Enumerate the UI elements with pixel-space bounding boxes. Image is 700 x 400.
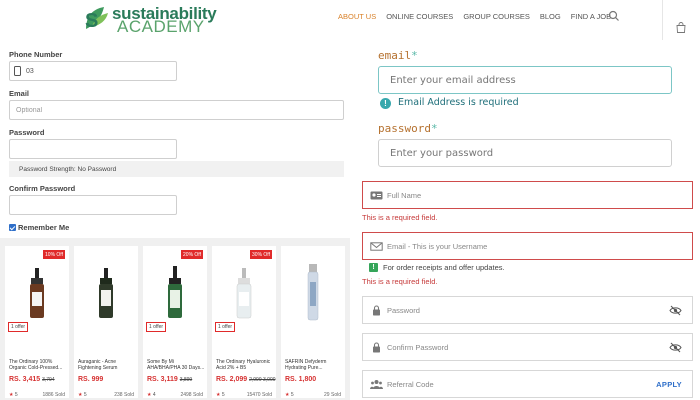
product-sold-count: 1886 Sold <box>42 392 65 398</box>
offer-tag: 1 offer <box>146 322 167 332</box>
product-bottle-image <box>307 264 319 321</box>
username-email-placeholder: Email - This is your Username <box>387 242 488 251</box>
full-name-placeholder: Full Name <box>387 191 422 200</box>
phone-number-input[interactable] <box>9 61 177 81</box>
product-bottle-image <box>236 268 252 319</box>
nav-find-a-job[interactable]: FIND A JOB <box>571 12 611 21</box>
nav-blog[interactable]: BLOG <box>540 12 561 21</box>
password-label: Password <box>9 128 45 137</box>
eye-slash-icon[interactable] <box>669 305 682 316</box>
product-rating: ★ 5 <box>285 392 294 398</box>
product-price: RS. 3,415 3,794 <box>9 376 55 383</box>
email-address-input[interactable] <box>378 66 672 94</box>
eye-slash-icon[interactable] <box>669 342 682 353</box>
phone-number-label: Phone Number <box>9 50 63 59</box>
product-price: RS. 2,099 2,999 3,000 <box>216 376 276 383</box>
full-name-field[interactable]: Full Name <box>362 181 693 209</box>
product-title: The Ordinary Hyaluronic Acid 2% + B5 <box>216 359 271 371</box>
product-price: RS. 1,800 <box>285 376 317 383</box>
email-required-error-2: This is a required field. <box>362 277 438 286</box>
product-card[interactable]: SAFRIN Defyderm Hydrating Pure... RS. 1,… <box>281 246 345 398</box>
full-name-error: This is a required field. <box>362 213 438 222</box>
product-sold-count: 238 Sold <box>114 392 134 398</box>
product-card[interactable]: 20% Off 1 offer Some By Mi AHA/BHA/PHA 3… <box>143 246 207 398</box>
product-title: Auraganic - Acne Fightening Serum <box>78 359 118 371</box>
nav-about-us[interactable]: ABOUT US <box>338 12 376 21</box>
leaf-logo-icon: S <box>85 7 108 32</box>
site-header: S sustainability ACADEMY ABOUT US ONLINE… <box>0 0 700 40</box>
offer-tag: 1 offer <box>215 322 236 332</box>
envelope-icon <box>370 242 383 251</box>
product-sold-count: 29 Sold <box>324 392 341 398</box>
signup-password-field[interactable]: Password <box>362 296 693 324</box>
product-card[interactable]: 30% Off 1 offer The Ordinary Hyaluronic … <box>212 246 276 398</box>
signup-password-placeholder: Password <box>387 306 420 315</box>
discount-badge: 20% Off <box>181 250 203 259</box>
product-bottle-image <box>30 268 44 318</box>
discount-badge: 30% Off <box>250 250 272 259</box>
header-divider <box>662 0 663 40</box>
password-field-label: password* <box>378 122 438 135</box>
svg-text:S: S <box>85 10 98 32</box>
product-title: SAFRIN Defyderm Hydrating Pure... <box>285 359 327 371</box>
password-strength-text: Password Strength: No Password <box>19 166 117 173</box>
offer-tag: 1 offer <box>8 322 29 332</box>
logo-text-bottom: ACADEMY <box>117 17 205 36</box>
product-sold-count: 2498 Sold <box>180 392 203 398</box>
phone-number-value: 03 <box>26 68 34 75</box>
product-sold-count: 15470 Sold <box>246 392 272 398</box>
main-nav: ABOUT US ONLINE COURSES GROUP COURSES BL… <box>338 12 621 21</box>
search-icon[interactable] <box>608 10 620 22</box>
shopping-bag-icon[interactable] <box>676 22 686 33</box>
page: S sustainability ACADEMY ABOUT US ONLINE… <box>0 0 700 400</box>
apply-referral-button[interactable]: APPLY <box>656 380 682 389</box>
email-required-error: Email Address is required <box>398 97 519 108</box>
email-input[interactable] <box>9 100 344 120</box>
referral-code-placeholder: Referral Code <box>387 380 434 389</box>
product-card[interactable]: 10% Off 1 offer The Ordinary 100% Organi… <box>5 246 69 398</box>
product-price: RS. 3,119 3,899 <box>147 376 193 383</box>
product-grid: 10% Off 1 offer The Ordinary 100% Organi… <box>0 238 350 400</box>
referral-code-field[interactable]: Referral Code APPLY <box>362 370 693 398</box>
email-field-label: email* <box>378 49 418 62</box>
email-hint-text: For order receipts and offer updates. <box>383 263 505 272</box>
product-bottle-image <box>168 266 182 318</box>
users-icon <box>370 380 383 389</box>
product-rating: ★ 5 <box>78 392 87 398</box>
remember-me-label: Remember Me <box>18 223 70 232</box>
signup-confirm-password-field[interactable]: Confirm Password <box>362 333 693 361</box>
email-label: Email <box>9 89 30 98</box>
product-price: RS. 999 <box>78 376 104 383</box>
info-icon: ! <box>380 98 391 109</box>
product-title: The Ordinary 100% Organic Cold-Pressed..… <box>9 359 63 371</box>
product-rating: ★ 5 <box>9 392 18 398</box>
nav-online-courses[interactable]: ONLINE COURSES <box>386 12 453 21</box>
nav-group-courses[interactable]: GROUP COURSES <box>463 12 530 21</box>
password-input[interactable] <box>9 139 177 159</box>
password-entry-input[interactable] <box>378 139 672 167</box>
product-rating: ★ 4 <box>147 392 156 398</box>
product-bottle-image <box>99 268 113 318</box>
id-card-icon <box>370 191 383 200</box>
remember-me-checkbox[interactable] <box>9 224 16 231</box>
username-email-field[interactable]: Email - This is your Username <box>362 232 693 260</box>
discount-badge: 10% Off <box>43 250 65 259</box>
alert-icon: ! <box>369 263 378 272</box>
confirm-password-input[interactable] <box>9 195 177 215</box>
product-card[interactable]: Auraganic - Acne Fightening Serum RS. 99… <box>74 246 138 398</box>
site-logo[interactable]: S sustainability ACADEMY <box>82 3 222 36</box>
signup-confirm-password-placeholder: Confirm Password <box>387 343 449 352</box>
product-rating: ★ 5 <box>216 392 225 398</box>
confirm-password-label: Confirm Password <box>9 184 76 193</box>
mobile-phone-icon <box>14 66 21 76</box>
product-title: Some By Mi AHA/BHA/PHA 30 Days... <box>147 359 205 371</box>
lock-icon <box>373 342 380 353</box>
lock-icon <box>373 305 380 316</box>
